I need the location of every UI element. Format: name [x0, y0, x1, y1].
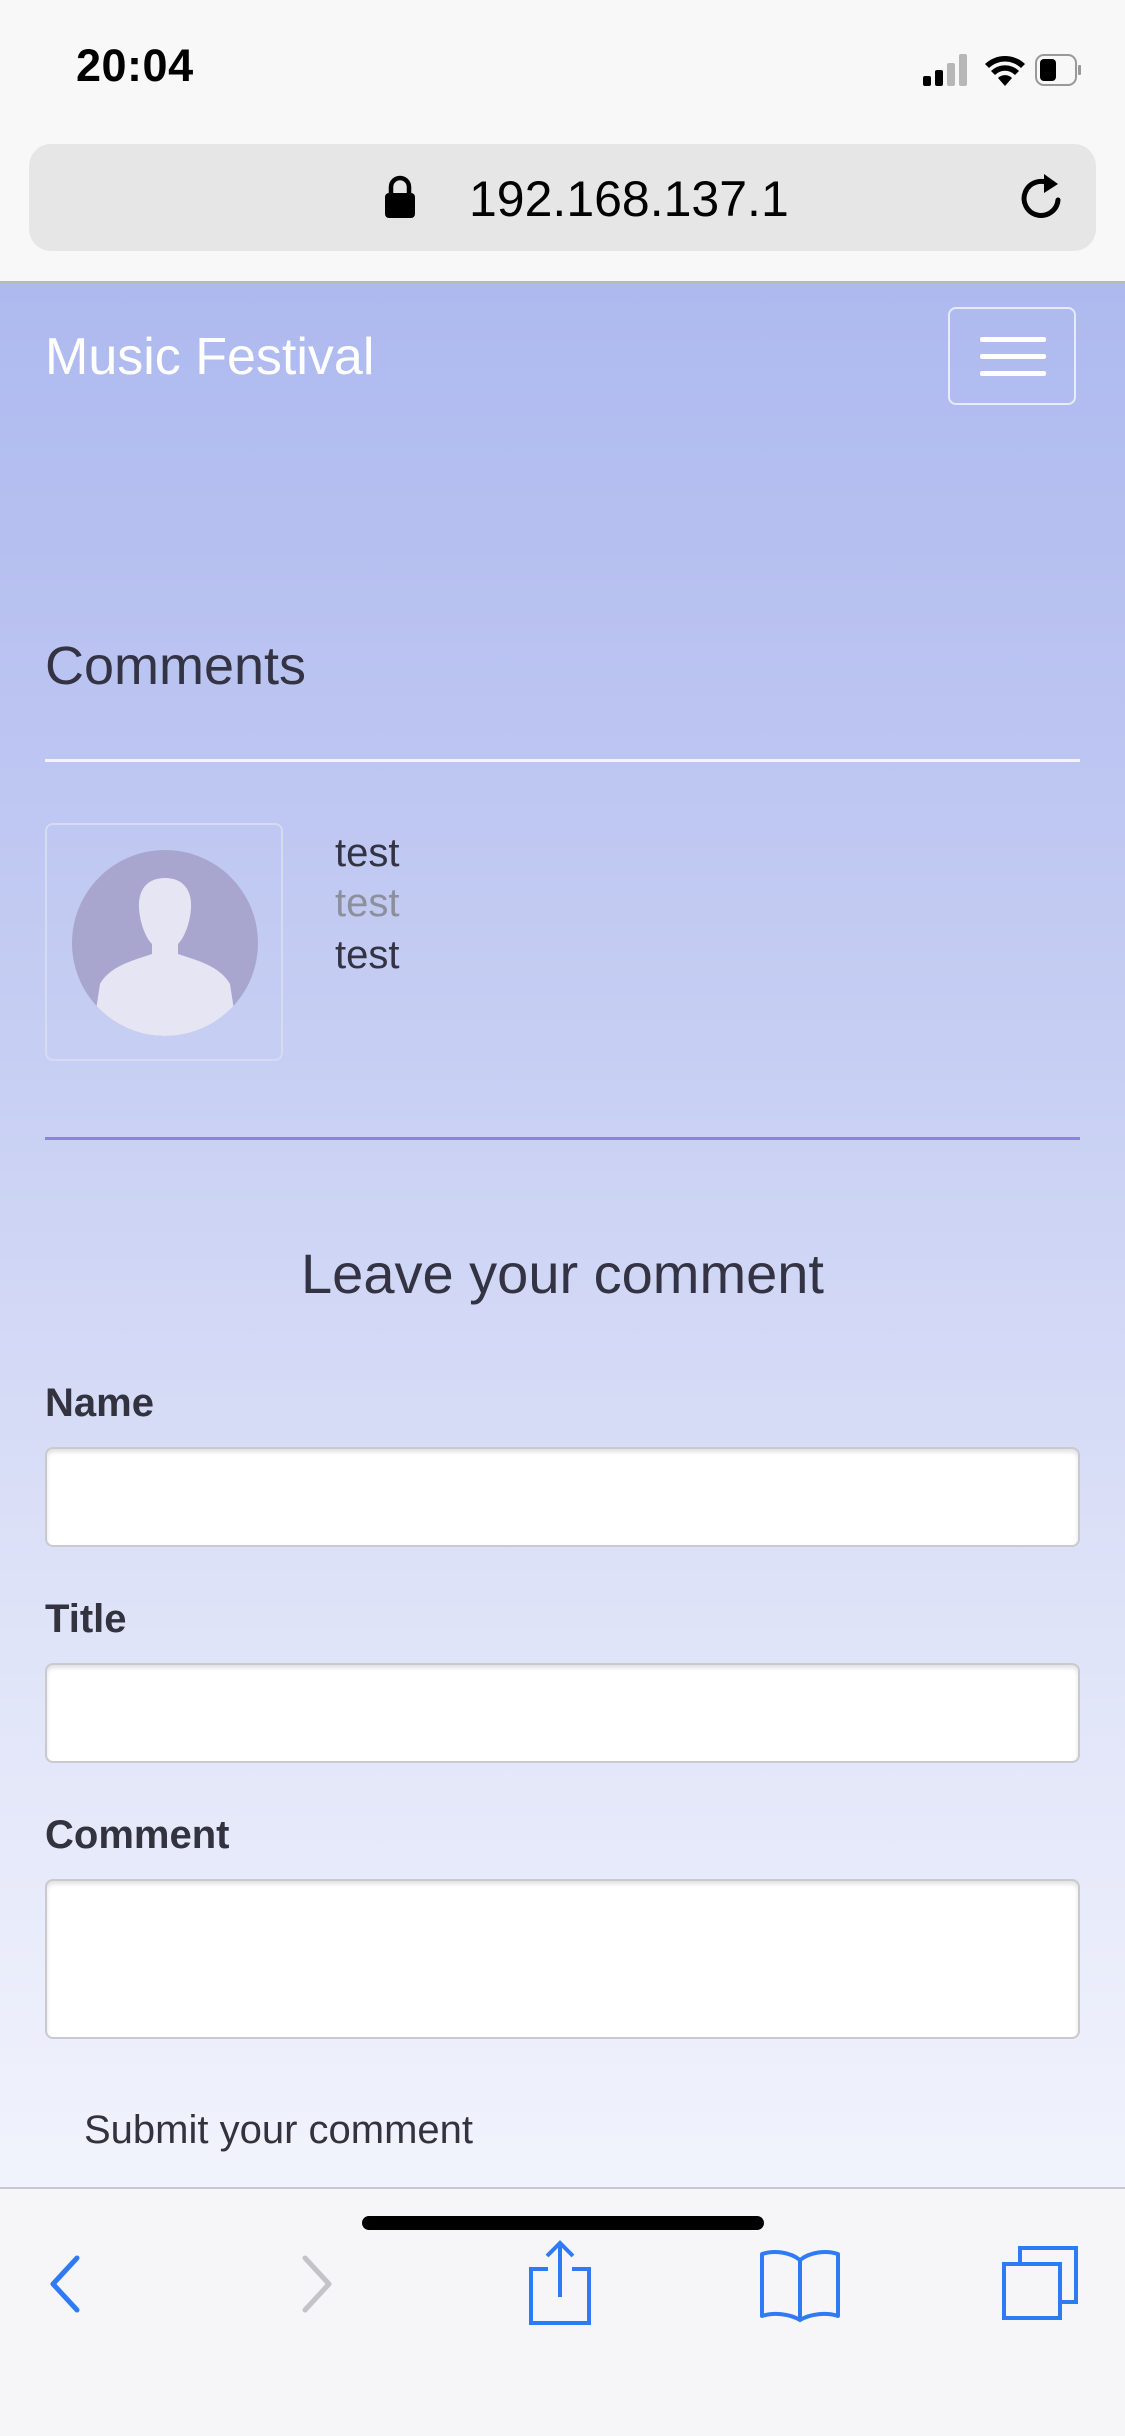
comments-divider — [45, 759, 1080, 762]
bookmarks-icon — [760, 2250, 840, 2322]
url-text[interactable]: 192.168.137.1 — [469, 170, 789, 228]
tabs-button[interactable] — [985, 2229, 1095, 2339]
home-indicator — [362, 2216, 764, 2230]
back-button[interactable] — [10, 2229, 120, 2339]
cellular-signal-icon — [923, 54, 967, 86]
browser-toolbar — [0, 2187, 1125, 2436]
section-divider — [45, 1137, 1080, 1140]
hamburger-menu-icon — [980, 337, 1046, 342]
comment-textarea[interactable] — [45, 1879, 1080, 2039]
status-bar: 20:04 — [0, 0, 1125, 138]
comments-title: Comments — [45, 636, 307, 696]
comment-item: test test test — [45, 823, 1080, 1063]
forward-button[interactable] — [262, 2229, 372, 2339]
comment-title: test — [335, 881, 400, 925]
web-page: Music Festival Comments test test test L… — [0, 283, 1125, 2187]
comment-label: Comment — [45, 1813, 230, 1857]
submit-comment-button[interactable]: Submit your comment — [84, 2108, 473, 2153]
back-icon — [50, 2255, 80, 2313]
comment-author: test — [335, 831, 400, 875]
navbar: Music Festival — [0, 283, 1125, 433]
status-icons — [923, 50, 1083, 90]
wifi-icon — [985, 56, 1025, 86]
status-time: 20:04 — [76, 40, 194, 91]
hamburger-menu-button[interactable] — [948, 307, 1076, 405]
brand-link[interactable]: Music Festival — [45, 327, 374, 387]
bookmarks-button[interactable] — [745, 2229, 855, 2339]
address-bar[interactable]: 192.168.137.1 — [29, 144, 1096, 251]
hamburger-menu-icon-bar — [980, 371, 1046, 376]
user-silhouette-icon — [72, 850, 258, 1036]
lock-icon — [383, 174, 417, 225]
avatar — [45, 823, 283, 1061]
comment-body: test — [335, 933, 400, 977]
forward-icon — [302, 2255, 332, 2313]
battery-icon — [1035, 54, 1081, 86]
share-icon — [529, 2240, 591, 2325]
comment-form-title: Leave your comment — [301, 1242, 824, 1305]
title-label: Title — [45, 1597, 127, 1641]
hamburger-menu-icon-bar — [980, 354, 1046, 359]
reload-icon[interactable] — [1014, 170, 1070, 231]
name-label: Name — [45, 1381, 154, 1425]
title-input[interactable] — [45, 1663, 1080, 1763]
name-input[interactable] — [45, 1447, 1080, 1547]
share-button[interactable] — [505, 2229, 615, 2339]
tabs-icon — [1002, 2246, 1078, 2320]
